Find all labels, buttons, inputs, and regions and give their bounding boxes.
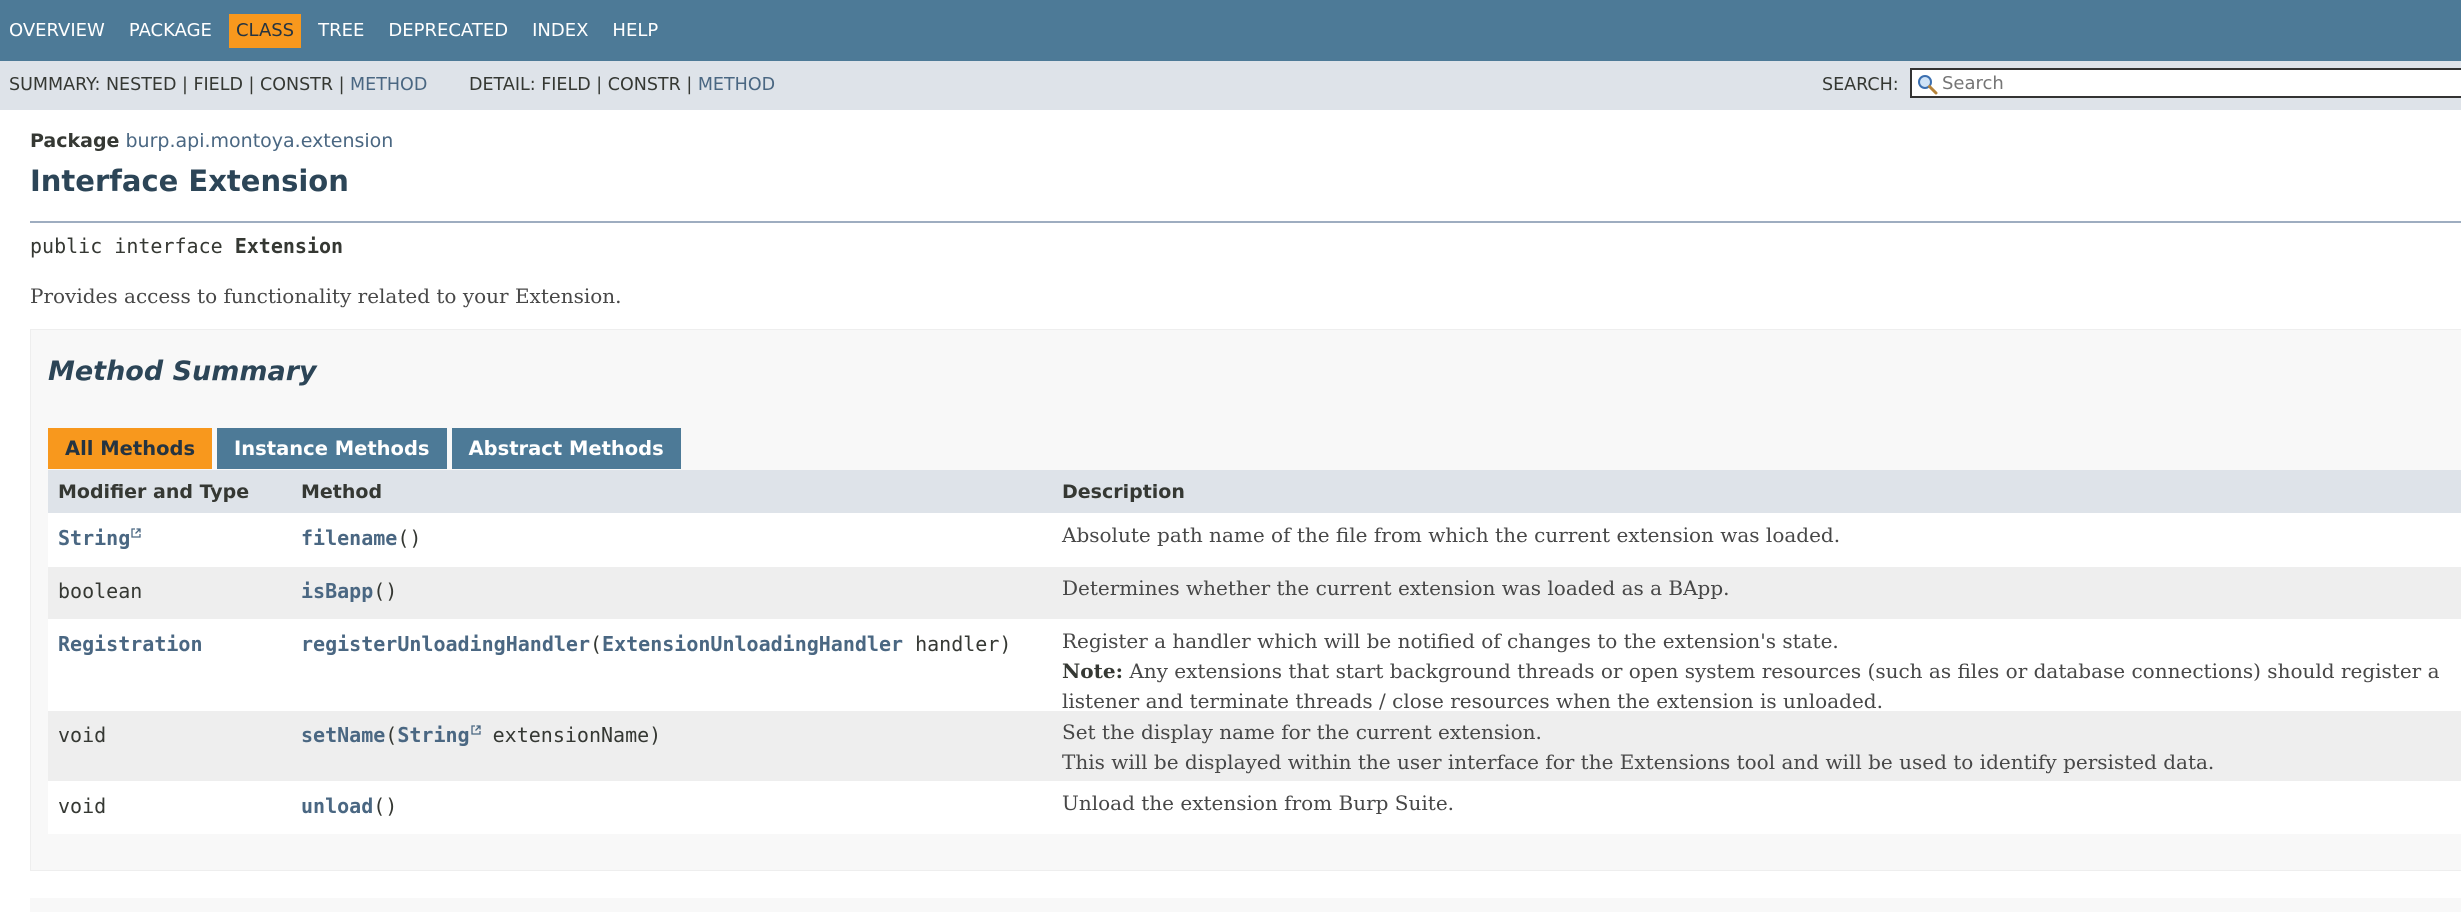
sub-navigation-bar: SUMMARY: NESTED | FIELD | CONSTR | METHO… [0, 61, 2461, 110]
description-cell: Unload the extension from Burp Suite. [1062, 788, 2452, 818]
detail-prefix[interactable]: DETAIL: FIELD | CONSTR | [469, 75, 698, 95]
modifier-type-cell: void [58, 723, 106, 747]
table-row: void unload() Unload the extension from Bu… [48, 781, 2461, 834]
page-header: Package burp.api.montoya.extension Inter… [30, 130, 2461, 198]
method-cell: isBapp() [301, 579, 397, 603]
description-cell: Absolute path name of the file from whic… [1062, 520, 2452, 550]
description-line: Unload the extension from Burp Suite. [1062, 791, 1455, 815]
modifier-type-cell: Registration [58, 632, 203, 656]
description-cell: Set the display name for the current ext… [1062, 717, 2452, 777]
column-header-method: Method [301, 481, 383, 503]
type-text: boolean [58, 579, 143, 603]
type-text: void [58, 723, 107, 747]
modifier-type-cell: void [58, 794, 106, 818]
method-summary-table: Modifier and Type Method Description Str… [48, 470, 2461, 834]
package-link[interactable]: burp.api.montoya.extension [126, 130, 394, 152]
modifier-type-cell: boolean [58, 579, 142, 603]
method-cell: registerUnloadingHandler(ExtensionUnload… [301, 632, 1011, 656]
page-title: Interface Extension [30, 164, 349, 198]
package-label: Package [30, 130, 120, 152]
method-cell: setName(String extensionName) [301, 723, 661, 747]
signature-prefix: public interface [30, 234, 235, 258]
type-link[interactable]: Registration [58, 632, 203, 656]
method-summary-section: Method Summary All Methods Instance Metho… [30, 329, 2461, 871]
interface-description: Provides access to functionality related… [30, 284, 622, 308]
description-cell: Register a handler which will be notifie… [1062, 626, 2452, 716]
method-link[interactable]: isBapp [301, 579, 373, 603]
nav-item-index[interactable]: INDEX [525, 14, 595, 48]
detail-links: DETAIL: FIELD | CONSTR | METHOD [469, 75, 775, 95]
table-body: String filename() Absolute path name of th… [48, 513, 2461, 834]
summary-links: SUMMARY: NESTED | FIELD | CONSTR | METHO… [9, 75, 427, 95]
method-close-paren: ) [649, 723, 662, 747]
signature-name: Extension [234, 234, 344, 258]
param-name: extensionName [480, 723, 650, 747]
package-line: Package burp.api.montoya.extension [30, 130, 2461, 152]
method-link[interactable]: registerUnloadingHandler [301, 632, 590, 656]
table-row: Registration registerUnloadingHandler(Ext… [48, 619, 2461, 713]
method-close-paren: ) [385, 579, 398, 603]
description-cell: Determines whether the current extension… [1062, 573, 2452, 603]
description-line: Absolute path name of the file from whic… [1062, 523, 1841, 547]
nav-item-help[interactable]: HELP [605, 14, 665, 48]
description-line: Any extensions that start background thr… [1062, 659, 2440, 713]
method-close-paren: ) [409, 526, 422, 550]
method-link[interactable]: unload [301, 794, 373, 818]
note-label: Note: [1062, 659, 1123, 683]
method-open-paren: ( [373, 579, 386, 603]
nav-item-package[interactable]: PACKAGE [122, 14, 219, 48]
summary-method-link[interactable]: METHOD [350, 75, 427, 95]
method-open-paren: ( [397, 526, 410, 550]
type-text: void [58, 794, 107, 818]
external-link-icon [470, 725, 481, 735]
top-navigation-list: OVERVIEW PACKAGE CLASS TREE DEPRECATED INDEX H… [9, 13, 675, 48]
description-line: Determines whether the current extension… [1062, 576, 1730, 600]
next-section-edge [30, 898, 2461, 912]
top-navigation-bar: OVERVIEW PACKAGE CLASS TREE DEPRECATED INDEX H… [0, 0, 2461, 61]
nav-item-class[interactable]: CLASS [228, 13, 302, 48]
detail-method-link[interactable]: METHOD [698, 75, 775, 95]
param-name: handler [903, 632, 1000, 656]
summary-prefix[interactable]: SUMMARY: NESTED | FIELD | CONSTR | [9, 75, 350, 95]
method-close-paren: ) [999, 632, 1012, 656]
method-filter-tabs: All Methods Instance Methods Abstract Meth… [48, 428, 686, 469]
type-signature: public interface Extension [30, 234, 343, 258]
nav-item-overview[interactable]: OVERVIEW [9, 14, 112, 48]
header-divider [30, 221, 2461, 223]
method-open-paren: ( [589, 632, 603, 656]
nav-item-deprecated[interactable]: DEPRECATED [381, 14, 515, 48]
column-header-description: Description [1062, 481, 1185, 503]
tab-all-methods[interactable]: All Methods [48, 428, 213, 469]
table-row: String filename() Absolute path name of th… [48, 513, 2461, 566]
method-link[interactable]: setName [301, 723, 385, 747]
description-line: Set the display name for the current ext… [1062, 720, 1542, 744]
method-summary-heading: Method Summary [48, 356, 317, 387]
nav-item-tree[interactable]: TREE [311, 14, 371, 48]
table-row: boolean isBapp() Determines whether the cu… [48, 566, 2461, 619]
modifier-type-cell: String [58, 526, 141, 550]
type-link[interactable]: String [58, 526, 130, 550]
param-type-link[interactable]: String [397, 723, 469, 747]
method-close-paren: ) [385, 794, 398, 818]
search-label: SEARCH: [1822, 75, 1899, 95]
external-link-icon [131, 528, 141, 538]
method-open-paren: ( [373, 794, 386, 818]
method-cell: unload() [301, 794, 397, 818]
description-line: This will be displayed within the user i… [1062, 750, 2215, 774]
magnifier-icon [1918, 75, 1938, 95]
search-input[interactable] [1942, 70, 2461, 96]
table-header: Modifier and Type Method Description [48, 470, 2461, 513]
method-cell: filename() [301, 526, 421, 550]
method-link[interactable]: filename [301, 526, 397, 550]
description-line: Register a handler which will be notifie… [1062, 629, 1839, 653]
param-type-link[interactable]: ExtensionUnloadingHandler [602, 632, 903, 656]
table-row: void setName(String extensionName) Set the… [48, 710, 2461, 781]
method-open-paren: ( [385, 723, 398, 747]
tab-instance-methods[interactable]: Instance Methods [217, 428, 447, 469]
tab-abstract-methods[interactable]: Abstract Methods [451, 428, 681, 469]
column-header-modifier: Modifier and Type [58, 481, 250, 503]
search-box[interactable] [1910, 68, 2461, 98]
